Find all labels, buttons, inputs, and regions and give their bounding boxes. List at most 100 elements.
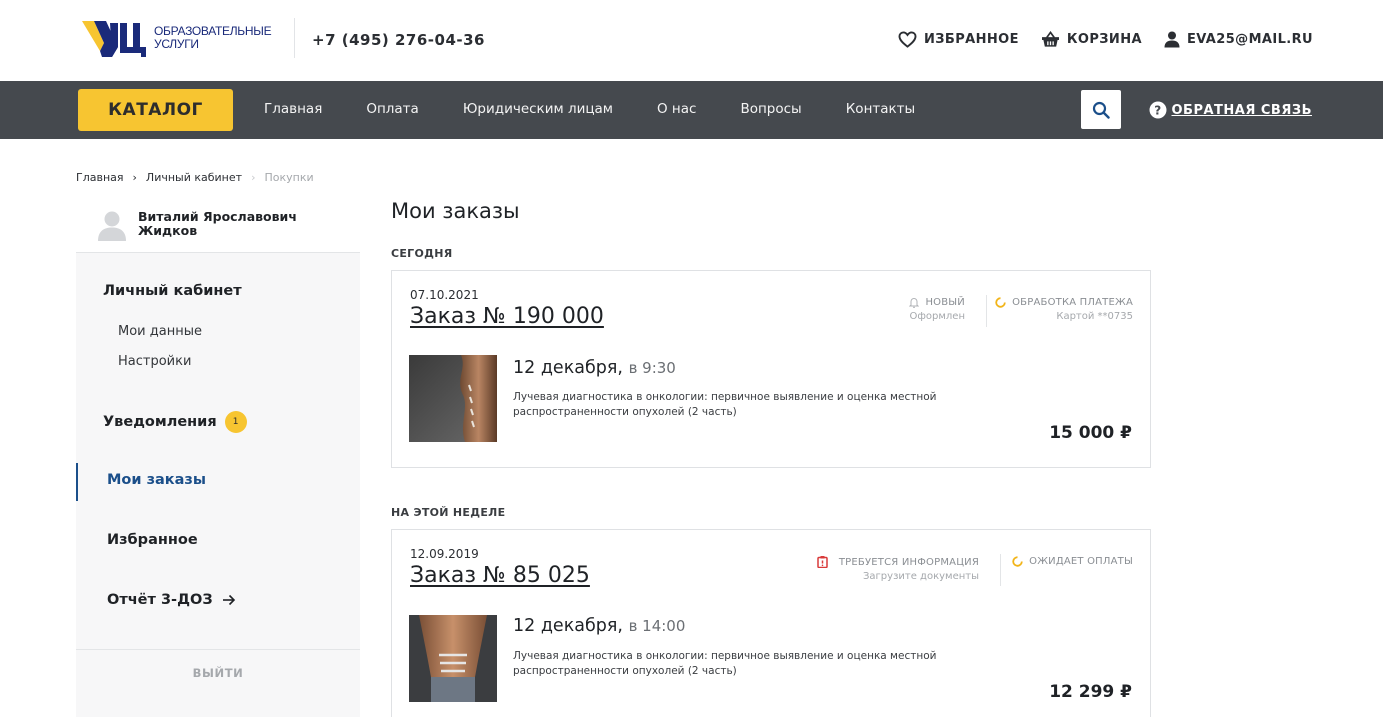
course-thumbnail[interactable] — [409, 615, 497, 702]
cart-link[interactable]: КОРЗИНА — [1041, 31, 1142, 48]
payment-status-subtitle: Картой **0735 — [1056, 311, 1133, 322]
search-icon — [1092, 101, 1110, 119]
breadcrumb: Главная › Личный кабинет › Покупки — [76, 171, 314, 184]
order-number-link[interactable]: Заказ № 190 000 — [410, 304, 604, 329]
sidebar-item-settings[interactable]: Настройки — [118, 354, 191, 369]
svg-text:?: ? — [1154, 104, 1161, 118]
top-header: ОБРАЗОВАТЕЛЬНЫЕ УСЛУГИ +7 (495) 276-04-3… — [0, 0, 1383, 81]
loading-icon — [1012, 556, 1023, 567]
account-sidebar: Виталий Ярославович Жидков Личный кабине… — [76, 195, 360, 717]
breadcrumb-item-cabinet[interactable]: Личный кабинет — [146, 171, 242, 184]
order-group-label: НА ЭТОЙ НЕДЕЛЕ — [391, 506, 506, 519]
nav-item-payment[interactable]: Оплата — [366, 101, 419, 117]
event-datetime: 12 декабря, в 14:00 — [513, 616, 685, 636]
order-date: 12.09.2019 — [410, 547, 479, 561]
event-datetime: 12 декабря, в 9:30 — [513, 358, 676, 378]
logout-button[interactable]: ВЫЙТИ — [76, 666, 360, 680]
user-icon — [1164, 31, 1180, 48]
order-card[interactable]: 07.10.2021 Заказ № 190 000 НОВЫЙ Оформле… — [391, 270, 1151, 468]
sidebar-item-favorites[interactable]: Избранное — [107, 532, 198, 548]
arrow-right-icon — [222, 594, 235, 606]
catalog-button[interactable]: КАТАЛОГ — [78, 89, 233, 131]
favorites-label: ИЗБРАННОЕ — [923, 32, 1019, 47]
user-name: Виталий Ярославович Жидков — [138, 210, 297, 238]
top-links: ИЗБРАННОЕ КОРЗИНА EVA25@MAIL.RU — [876, 31, 1313, 48]
feedback-label: ОБРАТНАЯ СВЯЗЬ — [1171, 102, 1312, 118]
breadcrumb-item-home[interactable]: Главная — [76, 171, 124, 184]
order-price: 12 299 ₽ — [1049, 682, 1132, 702]
payment-status-title: ОБРАБОТКА ПЛАТЕЖА — [995, 297, 1133, 308]
event-time: в 9:30 — [628, 359, 676, 377]
user-profile: Виталий Ярославович Жидков — [76, 195, 360, 253]
logo-mark-icon — [82, 21, 146, 57]
logo[interactable]: ОБРАЗОВАТЕЛЬНЫЕ УСЛУГИ — [78, 17, 272, 59]
user-name-line2: Жидков — [138, 223, 198, 238]
alert-document-icon — [817, 556, 828, 568]
order-status: НОВЫЙ Оформлен — [909, 297, 965, 322]
sidebar-item-my-orders-label: Мои заказы — [107, 472, 206, 488]
basket-icon — [1041, 31, 1059, 47]
event-date: 12 декабря, — [513, 358, 623, 378]
course-description[interactable]: Лучевая диагностика в онкологии: первичн… — [513, 390, 953, 420]
status-title-text: ТРЕБУЕТСЯ ИНФОРМАЦИЯ — [838, 556, 979, 568]
sidebar-item-my-data[interactable]: Мои данные — [118, 324, 202, 339]
course-description[interactable]: Лучевая диагностика в онкологии: первичн… — [513, 649, 953, 679]
page-title: Мои заказы — [391, 199, 520, 223]
breadcrumb-item-current: Покупки — [264, 171, 314, 184]
order-price: 15 000 ₽ — [1049, 423, 1132, 443]
payment-status: ОЖИДАЕТ ОПЛАТЫ — [1012, 556, 1133, 567]
nav-item-about[interactable]: О нас — [657, 101, 696, 117]
nav-item-questions[interactable]: Вопросы — [740, 101, 801, 117]
sidebar-item-cabinet[interactable]: Личный кабинет — [103, 283, 242, 299]
sidebar-item-notifications[interactable]: Уведомления 1 — [103, 411, 247, 433]
status-title: ТРЕБУЕТСЯ ИНФОРМАЦИЯ — [817, 556, 979, 568]
chevron-right-icon: › — [132, 171, 137, 184]
sidebar-item-notifications-label: Уведомления — [103, 414, 217, 430]
status-divider — [1000, 554, 1001, 586]
user-name-line1: Виталий Ярославович — [138, 209, 297, 224]
course-thumbnail[interactable] — [409, 355, 497, 442]
order-date: 07.10.2021 — [410, 288, 479, 302]
nav-menu: Главная Оплата Юридическим лицам О нас В… — [264, 101, 959, 117]
chevron-right-icon: › — [251, 171, 256, 184]
account-link[interactable]: EVA25@MAIL.RU — [1164, 31, 1313, 48]
sidebar-item-my-orders[interactable]: Мои заказы — [76, 463, 360, 501]
nav-item-contacts[interactable]: Контакты — [846, 101, 915, 117]
heart-icon — [898, 31, 917, 48]
notifications-count-badge: 1 — [224, 411, 247, 433]
nav-item-legal-entities[interactable]: Юридическим лицам — [463, 101, 613, 117]
order-card[interactable]: 12.09.2019 Заказ № 85 025 ТРЕБУЕТСЯ ИНФО… — [391, 529, 1151, 717]
status-divider — [986, 295, 987, 327]
order-status: ТРЕБУЕТСЯ ИНФОРМАЦИЯ Загрузите документы — [817, 556, 979, 582]
logo-text-line2: УСЛУГИ — [154, 37, 199, 51]
status-title: НОВЫЙ — [909, 297, 965, 308]
payment-status-text: ОБРАБОТКА ПЛАТЕЖА — [1012, 297, 1133, 308]
status-subtitle: Загрузите документы — [863, 571, 979, 582]
sidebar-item-report-label: Отчёт 3-ДОЗ — [107, 592, 213, 608]
nav-item-home[interactable]: Главная — [264, 101, 322, 117]
feedback-link[interactable]: ? ОБРАТНАЯ СВЯЗЬ — [1149, 101, 1313, 119]
event-date: 12 декабря, — [513, 616, 623, 636]
favorites-link[interactable]: ИЗБРАННОЕ — [898, 31, 1019, 48]
status-title-text: НОВЫЙ — [925, 297, 965, 308]
loading-icon — [995, 297, 1006, 308]
order-group-label: СЕГОДНЯ — [391, 247, 453, 260]
user-email: EVA25@MAIL.RU — [1186, 32, 1313, 47]
phone-number[interactable]: +7 (495) 276-04-36 — [312, 31, 485, 49]
payment-status: ОБРАБОТКА ПЛАТЕЖА Картой **0735 — [995, 297, 1133, 322]
header-divider — [294, 18, 295, 58]
avatar — [98, 211, 126, 241]
event-time: в 14:00 — [628, 617, 686, 635]
payment-status-title: ОЖИДАЕТ ОПЛАТЫ — [1012, 556, 1133, 567]
logo-text: ОБРАЗОВАТЕЛЬНЫЕ УСЛУГИ — [154, 25, 272, 51]
bell-icon — [909, 297, 920, 308]
sidebar-divider — [76, 649, 360, 650]
search-button[interactable] — [1081, 90, 1121, 129]
cart-label: КОРЗИНА — [1066, 32, 1142, 47]
sidebar-item-report[interactable]: Отчёт 3-ДОЗ — [107, 592, 236, 608]
order-number-link[interactable]: Заказ № 85 025 — [410, 563, 590, 588]
status-subtitle: Оформлен — [909, 311, 965, 322]
payment-status-text: ОЖИДАЕТ ОПЛАТЫ — [1029, 556, 1133, 567]
main-navbar: КАТАЛОГ Главная Оплата Юридическим лицам… — [0, 81, 1383, 139]
help-icon: ? — [1149, 101, 1166, 119]
